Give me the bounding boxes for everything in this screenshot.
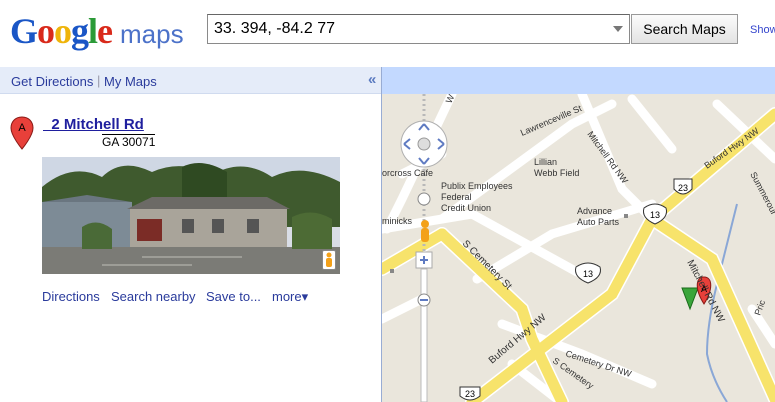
shield-23-a: 23 [678,183,688,193]
search-input[interactable] [208,15,603,43]
search-result: A 2 Mitchell Rd GA 30071 Directions Sear… [0,94,381,402]
my-maps-link[interactable]: My Maps [104,74,157,89]
link-separator: | [97,73,101,88]
maps-logo-text: maps [120,19,184,49]
map-toolbar [382,67,775,94]
collapse-panel-icon[interactable]: « [368,71,376,88]
save-to-link[interactable]: Save to... [206,289,261,304]
street-view-photo[interactable] [42,157,340,274]
search-box [207,14,630,44]
panel-toolbar: Get Directions | My Maps « [0,67,382,94]
map-canvas[interactable]: Lawrenceville St Mitchell Rd NW Buford H… [382,94,775,402]
search-nearby-link[interactable]: Search nearby [111,289,196,304]
top-header: Google maps Search Maps Show [0,0,775,66]
shield-13-a: 13 [650,210,660,220]
pegman-icon[interactable] [322,250,336,270]
search-maps-button[interactable]: Search Maps [631,14,738,44]
shield-13-b: 13 [583,269,593,279]
map-marker-a-label: A [701,284,707,294]
result-address: GA 30071 [102,134,156,149]
marker-letter: A [18,122,26,134]
google-logo: Google [10,11,113,51]
show-link[interactable]: Show [750,24,775,36]
shield-23-b: 23 [465,389,475,399]
street-view-image [42,157,340,274]
directions-link[interactable]: Directions [42,289,100,304]
more-link[interactable]: more▾ [272,289,308,305]
marker-a-icon[interactable]: A [10,116,34,150]
map-label-dominicks: minicks [382,216,413,226]
map-label-norcross-cafe: orcross Cafe [382,168,433,178]
get-directions-link[interactable]: Get Directions [11,74,93,89]
map-tiles: Lawrenceville St Mitchell Rd NW Buford H… [382,94,775,402]
dropdown-arrow-icon[interactable] [613,26,623,32]
google-maps-logo[interactable]: Google maps [10,10,184,51]
result-title-link[interactable]: 2 Mitchell Rd [43,116,144,133]
